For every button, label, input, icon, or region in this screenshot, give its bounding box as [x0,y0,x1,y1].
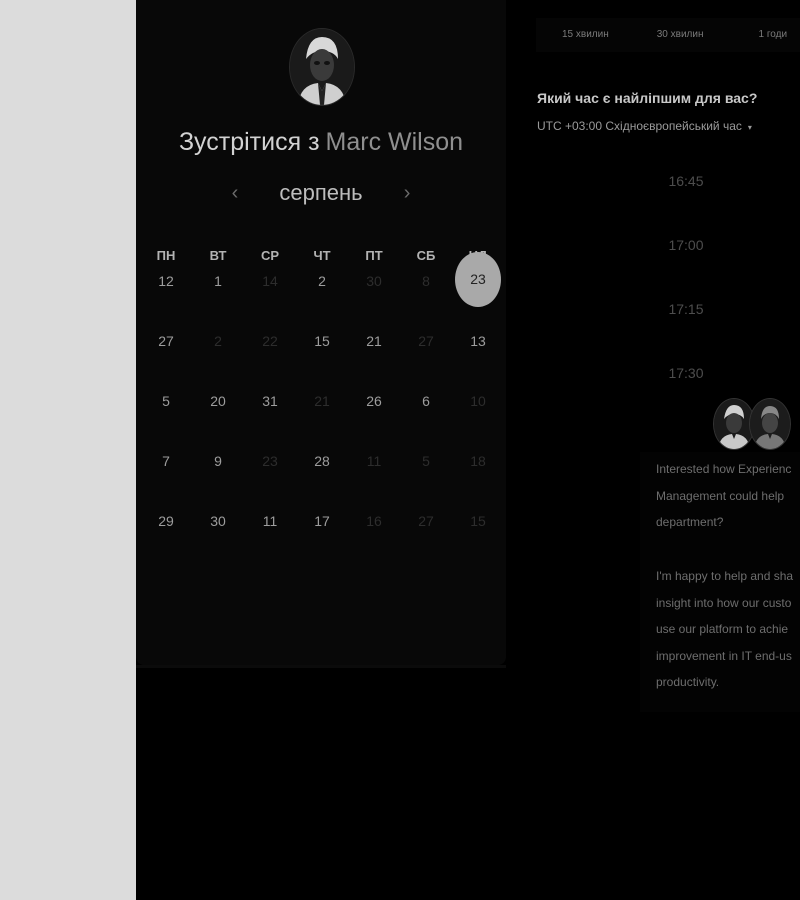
calendar-day: 8 [422,273,430,289]
time-slot[interactable]: 17:30 [646,365,726,381]
calendar-week-row: 5 20 31 21 26 6 10 [140,391,504,411]
host-avatar-image [290,29,354,105]
weekday-label: ВТ [209,248,227,263]
duration-option-30[interactable]: 30 хвилин [657,18,704,52]
duration-selector: 15 хвилин 30 хвилин 1 годи [536,18,800,52]
meeting-title-prefix: Зустрітися з [178,128,320,156]
calendar-day[interactable]: 7 [140,451,192,471]
calendar-day[interactable]: 1 [192,271,244,291]
calendar-day: 21 [314,393,330,409]
calendar-day[interactable]: 15 [296,331,348,351]
calendar-day[interactable]: 29 [140,511,192,531]
host-avatar [289,28,355,106]
meeting-title: Зустрітися з Marc Wilson [136,128,506,157]
calendar-day: 11 [366,453,382,469]
weekday-label: ПН [156,248,176,263]
time-question-heading: Який час є найліпшим для вас? [537,90,758,106]
time-slot[interactable]: 17:15 [646,301,726,317]
calendar-day[interactable]: 17 [296,511,348,531]
host-name: Marc Wilson [325,128,464,156]
calendar-day: 10 [470,393,486,409]
calendar-panel: Зустрітися з Marc Wilson ‹ серпень › ПН В… [136,0,506,668]
selected-day[interactable]: 23 [455,252,501,307]
calendar-day: 27 [418,333,434,349]
chat-line: productivity. [656,675,720,689]
calendar-day[interactable]: 20 [192,391,244,411]
left-gutter [0,0,136,900]
time-slot[interactable]: 16:45 [646,173,726,189]
calendar-day[interactable]: 2 [296,271,348,291]
chat-message: Interested how Experienc Management coul… [656,456,800,536]
duration-option-15[interactable]: 15 хвилин [562,18,609,52]
weekday-label: ПТ [365,248,383,263]
calendar-week-row: 12 1 14 2 30 8 [140,271,504,291]
weekday-label: СР [260,248,280,263]
calendar-week-row: 7 9 23 28 11 5 18 [140,451,504,471]
calendar-day: 2 [214,333,222,349]
calendar-week-row: 27 2 22 15 21 27 13 [140,331,504,351]
weekday-label: ЧТ [313,248,331,263]
calendar-day: 18 [470,453,486,469]
weekday-label: СБ [416,248,436,263]
chat-line: use our platform to achie [656,622,789,636]
calendar-day: 14 [262,273,278,289]
timezone-selector[interactable]: UTC +03:00 Східноєвропейський час ▾ [537,119,752,133]
calendar-day: 5 [422,453,430,469]
time-slot[interactable]: 17:00 [646,237,726,253]
time-selection-panel: 15 хвилин 30 хвилин 1 годи Який час є на… [506,0,800,900]
calendar-day[interactable]: 13 [452,331,504,351]
calendar-day[interactable]: 9 [192,451,244,471]
next-month-icon[interactable]: › [397,182,417,205]
duration-option-60[interactable]: 1 годи [759,18,788,52]
weekday-header-row: ПН ВТ СР ЧТ ПТ СБ НД [140,248,504,263]
chevron-down-icon: ▾ [747,123,752,132]
calendar-day[interactable]: 12 [140,271,192,291]
chat-line: insight into how our custo [656,595,792,610]
timezone-label: UTC +03:00 Східноєвропейський час [537,119,742,133]
calendar-day[interactable]: 27 [140,331,192,351]
calendar-day: 16 [366,513,382,529]
chat-line: I'm happy to help and sha [656,569,794,583]
calendar-day[interactable]: 28 [296,451,348,471]
calendar-day[interactable]: 26 [348,391,400,411]
chat-agent-avatar [749,398,791,450]
chat-line: improvement in IT end-us [656,648,792,663]
calendar-week-row: 29 30 11 17 16 27 15 [140,511,504,531]
month-navigation: ‹ серпень › [136,180,506,206]
month-label: серпень [279,180,363,205]
calendar-day: 27 [418,513,434,529]
calendar-day[interactable]: 6 [400,391,452,411]
calendar-day: 23 [262,453,278,469]
prev-month-icon[interactable]: ‹ [225,182,245,205]
chat-line: Management could help [656,488,785,503]
chat-line: Interested how Experienc [656,462,792,476]
chat-line: department? [656,515,724,529]
calendar-day[interactable]: 5 [140,391,192,411]
agent-avatar-image [750,399,790,449]
calendar-day[interactable]: 21 [348,331,400,351]
calendar-day: 30 [366,273,382,289]
calendar-day[interactable]: 11 [244,511,296,531]
calendar-day[interactable]: 30 [192,511,244,531]
calendar-day: 15 [470,513,486,529]
agent-avatar-image [714,399,754,449]
calendar-day: 22 [262,333,278,349]
calendar-day[interactable]: 31 [244,391,296,411]
chat-message: I'm happy to help and sha insight into h… [656,563,800,696]
